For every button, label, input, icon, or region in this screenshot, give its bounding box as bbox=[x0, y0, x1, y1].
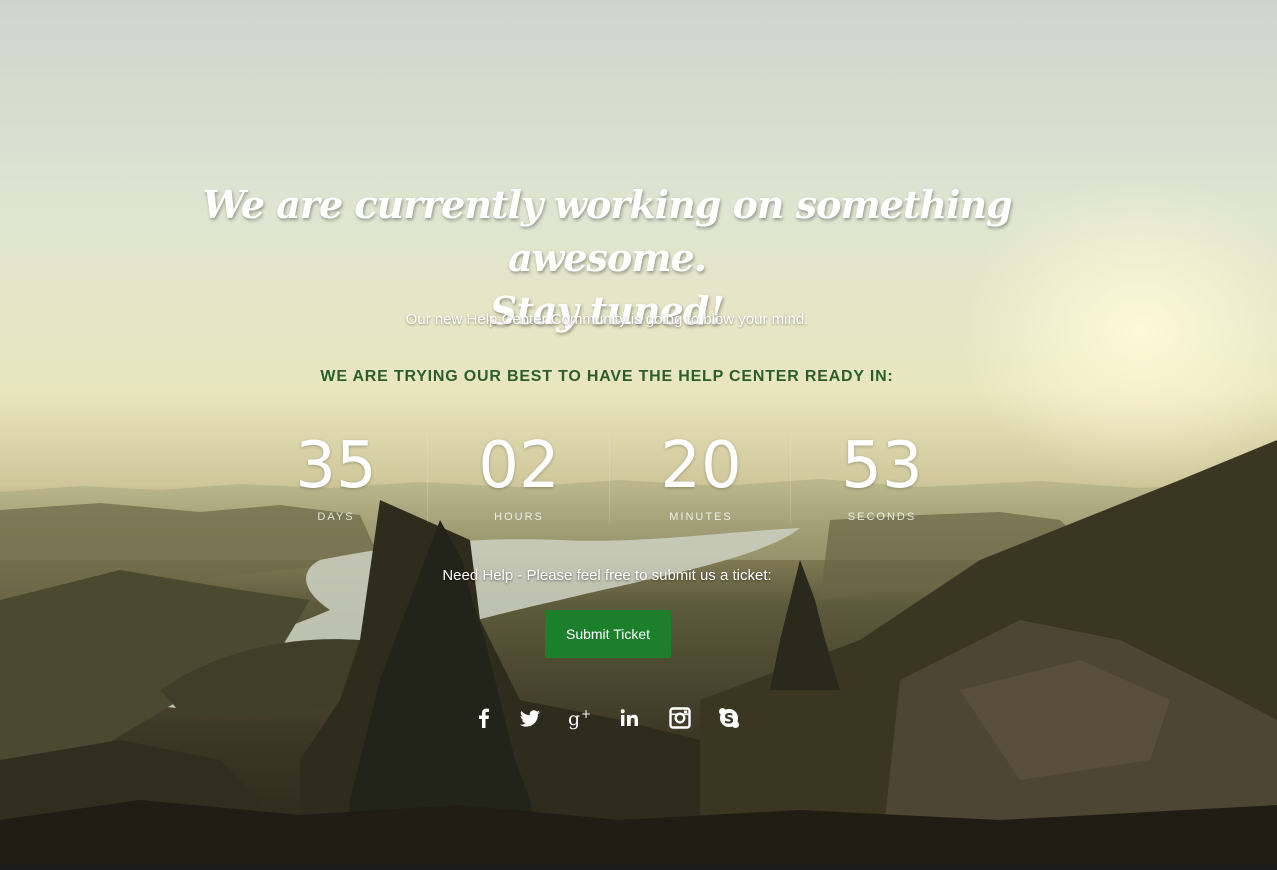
skype-icon[interactable]: S bbox=[715, 703, 743, 733]
days-value: 35 bbox=[295, 429, 377, 503]
days-label: DAYS bbox=[317, 511, 355, 523]
svg-text:S: S bbox=[724, 712, 734, 728]
countdown-minutes: 20 MINUTES bbox=[609, 430, 792, 523]
facebook-icon[interactable] bbox=[470, 703, 498, 733]
hours-label: HOURS bbox=[494, 511, 544, 523]
help-text: Need Help - Please feel free to submit u… bbox=[442, 567, 772, 584]
svg-text:+: + bbox=[581, 707, 591, 721]
twitter-icon[interactable] bbox=[516, 703, 544, 733]
bottom-bar bbox=[0, 865, 1277, 870]
countdown-days: 35 DAYS bbox=[245, 430, 427, 523]
social-links: g + S bbox=[470, 703, 740, 733]
subtitle: Our new Help Center Community is going t… bbox=[405, 311, 809, 328]
countdown-hours: 02 HOURS bbox=[427, 430, 610, 523]
countdown-seconds: 53 SECONDS bbox=[790, 430, 973, 523]
title-line-1: We are currently working on something aw… bbox=[202, 182, 1012, 280]
seconds-label: SECONDS bbox=[847, 511, 917, 523]
hours-value: 02 bbox=[478, 429, 560, 503]
countdown-heading: WE ARE TRYING OUR BEST TO HAVE THE HELP … bbox=[320, 368, 894, 385]
minutes-label: MINUTES bbox=[669, 511, 733, 523]
linkedin-icon[interactable] bbox=[616, 703, 644, 733]
minutes-value: 20 bbox=[660, 429, 742, 503]
svg-text:g: g bbox=[568, 708, 580, 730]
countdown: 35 DAYS 02 HOURS 20 MINUTES 53 SECONDS bbox=[245, 430, 971, 560]
instagram-icon[interactable] bbox=[666, 703, 694, 733]
submit-ticket-button[interactable]: Submit Ticket bbox=[545, 610, 671, 658]
seconds-value: 53 bbox=[841, 429, 923, 503]
google-plus-icon[interactable]: g + bbox=[566, 703, 594, 733]
